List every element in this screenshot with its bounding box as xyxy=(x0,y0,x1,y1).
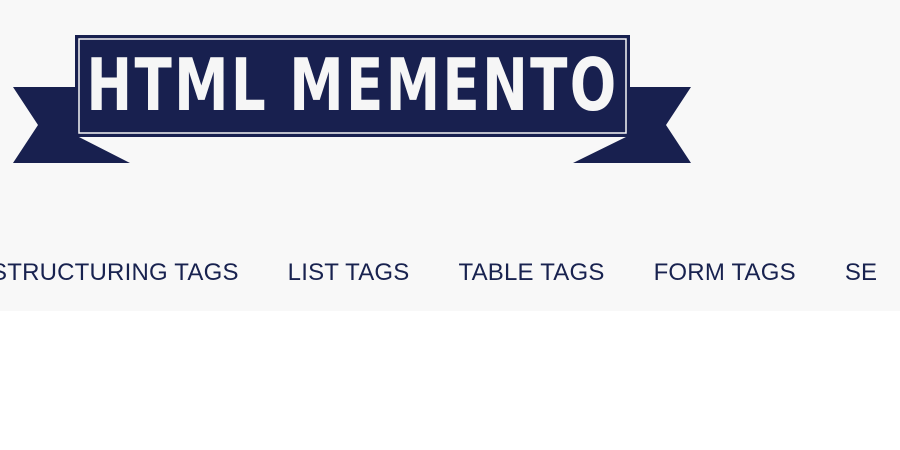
nav-item-form-tags[interactable]: FORM TAGS xyxy=(654,259,796,287)
page-content xyxy=(0,311,900,450)
nav-item-table-tags[interactable]: TABLE TAGS xyxy=(459,259,605,287)
nav-item-structuring-tags[interactable]: STRUCTURING TAGS xyxy=(0,259,239,287)
logo-title: HTML MEMENTO xyxy=(86,43,619,127)
main-nav: STRUCTURING TAGS LIST TAGS TABLE TAGS FO… xyxy=(0,250,877,296)
site-logo[interactable]: HTML MEMENTO xyxy=(0,0,720,180)
site-header: HTML MEMENTO STRUCTURING TAGS LIST TAGS … xyxy=(0,0,900,311)
nav-item-se[interactable]: SE xyxy=(845,259,877,287)
nav-item-list-tags[interactable]: LIST TAGS xyxy=(288,259,410,287)
